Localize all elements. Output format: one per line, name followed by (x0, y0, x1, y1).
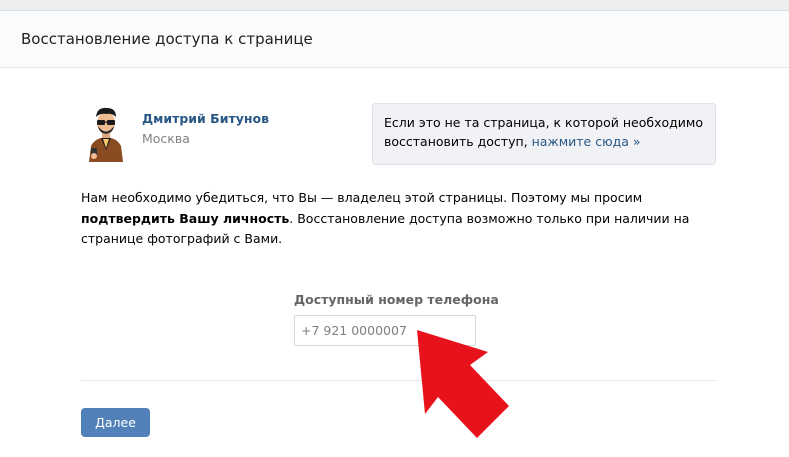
card-header: Восстановление доступа к странице (0, 11, 789, 68)
description-part1: Нам необходимо убедиться, что Вы — владе… (81, 190, 643, 205)
next-button[interactable]: Далее (81, 408, 150, 437)
description-text: Нам необходимо убедиться, что Вы — владе… (81, 188, 731, 250)
divider (81, 380, 716, 381)
avatar[interactable] (81, 104, 131, 162)
description-bold: подтвердить Вашу личность (81, 210, 290, 226)
wrong-page-notice: Если это не та страница, к которой необх… (372, 103, 716, 165)
page-title: Восстановление доступа к странице (21, 30, 313, 48)
notice-link[interactable]: нажмите сюда » (532, 134, 641, 149)
profile-city: Москва (142, 131, 190, 146)
phone-label: Доступный номер телефона (294, 292, 499, 307)
page: Восстановление доступа к странице Дмитри… (0, 0, 789, 457)
restore-access-card: Восстановление доступа к странице Дмитри… (0, 10, 789, 457)
avatar-illustration (81, 104, 131, 162)
profile-name-link[interactable]: Дмитрий Битунов (142, 111, 269, 126)
red-arrow-icon (417, 330, 509, 438)
